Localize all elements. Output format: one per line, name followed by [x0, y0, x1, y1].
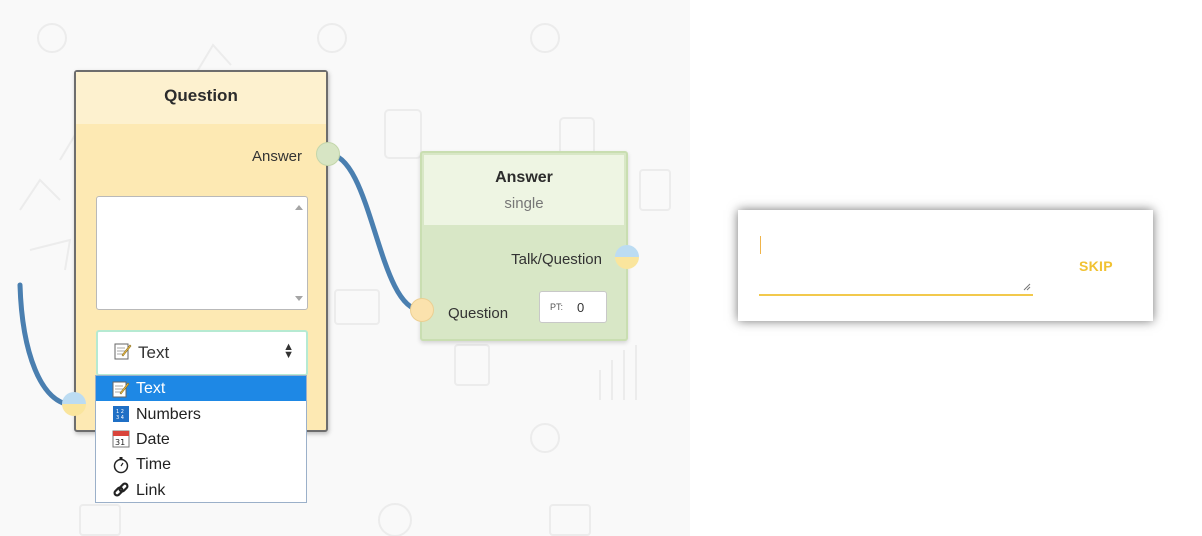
question-input-port[interactable]	[62, 392, 86, 416]
points-field[interactable]: PT: 0	[539, 291, 607, 323]
question-input-label: Question	[448, 305, 509, 322]
skip-button[interactable]: SKIP	[1079, 258, 1113, 274]
answer-type-select[interactable]: Text ▲ ▼	[96, 330, 308, 376]
answer-node-subtitle: single	[504, 195, 544, 212]
resize-grip-icon[interactable]	[1023, 283, 1031, 291]
question-textarea[interactable]	[96, 196, 308, 310]
option-time[interactable]: Time	[96, 452, 306, 477]
option-label: Date	[136, 430, 170, 448]
answer-node-title: Answer	[495, 169, 553, 186]
option-label: Numbers	[136, 405, 201, 423]
talk-question-output-port[interactable]	[615, 245, 639, 269]
answer-output-port[interactable]	[316, 142, 340, 166]
option-link[interactable]: Link	[96, 478, 306, 503]
calendar-icon: 31	[112, 430, 130, 448]
memo-icon	[112, 380, 130, 398]
talk-question-output-label: Talk/Question	[511, 251, 602, 268]
option-label: Link	[136, 481, 166, 499]
answer-input-panel: SKIP	[738, 210, 1153, 321]
stopwatch-icon	[112, 456, 130, 474]
points-value: 0	[577, 299, 585, 315]
option-date[interactable]: 31 Date	[96, 427, 306, 452]
select-arrows-icon: ▲ ▼	[283, 341, 294, 361]
answer-node-input-port[interactable]	[410, 298, 434, 322]
scroll-up-arrow-icon[interactable]	[295, 205, 303, 210]
question-node-title: Question	[164, 86, 238, 105]
option-label: Time	[136, 456, 171, 474]
memo-icon	[114, 342, 132, 365]
option-text[interactable]: Text	[96, 376, 306, 402]
wire-answer-to-question	[325, 151, 424, 313]
link-icon	[112, 481, 130, 499]
points-label: PT:	[550, 302, 564, 312]
option-numbers[interactable]: 1 23 4 Numbers	[96, 401, 306, 426]
answer-node-header: Answer single	[424, 155, 624, 225]
select-value: Text	[138, 343, 170, 362]
svg-text:3 4: 3 4	[116, 415, 124, 421]
wire-incoming	[17, 282, 77, 408]
scroll-down-arrow-icon[interactable]	[295, 296, 303, 301]
question-node-header: Question	[76, 72, 326, 124]
flow-canvas[interactable]: Question Answer Text ▲ ▼ Text 1 23 4 Num…	[0, 0, 690, 536]
numbers-icon: 1 23 4	[112, 405, 130, 423]
answer-output-label: Answer	[251, 148, 302, 165]
answer-node[interactable]: Answer single Talk/Question Question PT:…	[420, 151, 628, 341]
answer-type-dropdown[interactable]: Text 1 23 4 Numbers 31 Date Time Link	[95, 375, 307, 503]
answer-input-field[interactable]	[759, 232, 1033, 296]
option-label: Text	[136, 380, 166, 398]
text-caret	[760, 236, 761, 254]
svg-text:31: 31	[115, 438, 125, 447]
